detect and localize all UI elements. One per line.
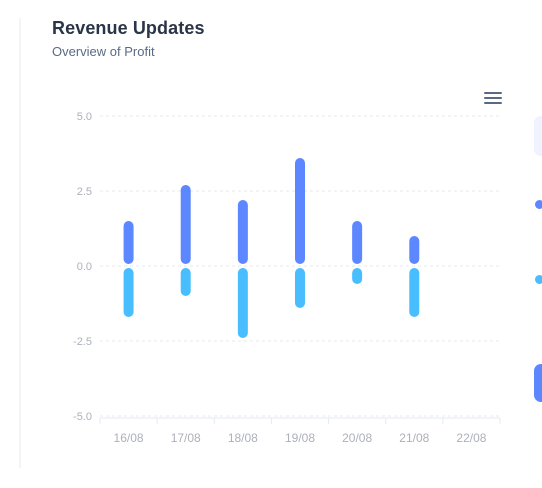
x-tick-label: 17/08 <box>171 431 201 445</box>
bar-series-b[interactable] <box>409 268 420 317</box>
bar-series-a[interactable] <box>237 200 248 264</box>
x-tick-label: 20/08 <box>342 431 372 445</box>
y-tick-label: 0.0 <box>77 261 92 273</box>
bar-series-a[interactable] <box>123 221 134 264</box>
y-tick-label: 5.0 <box>77 111 92 123</box>
y-tick-label: -5.0 <box>73 411 92 423</box>
bar-series-b[interactable] <box>295 268 305 308</box>
x-tick-label: 19/08 <box>285 431 315 445</box>
bars <box>123 158 420 338</box>
y-tick-label: 2.5 <box>77 186 92 198</box>
x-tick-label: 16/08 <box>114 431 144 445</box>
x-tick-label: 21/08 <box>399 431 429 445</box>
bar-series-b[interactable] <box>123 268 134 317</box>
y-axis-ticks: 5.0 2.5 0.0 -2.5 -5.0 <box>73 111 92 423</box>
bar-series-b[interactable] <box>237 268 248 338</box>
dropdown-selector[interactable] <box>534 116 542 156</box>
y-tick-label: -2.5 <box>73 336 92 348</box>
revenue-chart-svg: 5.0 2.5 0.0 -2.5 -5.0 16/08 17/08 18/08 19/08 20… <box>73 111 501 445</box>
bar-series-a[interactable] <box>352 221 363 264</box>
legend-dot-series-b <box>535 275 542 284</box>
revenue-chart: 5.0 2.5 0.0 -2.5 -5.0 16/08 17/08 18/08 19/08 20… <box>0 0 542 488</box>
legend-dot-series-a <box>535 200 542 209</box>
bar-series-b[interactable] <box>352 268 363 284</box>
bar-series-a[interactable] <box>295 158 305 264</box>
x-tick-label: 22/08 <box>456 431 486 445</box>
bar-series-b[interactable] <box>180 268 191 296</box>
bar-series-a[interactable] <box>409 236 420 264</box>
x-axis: 16/08 17/08 18/08 19/08 20/08 21/08 22/08 <box>99 417 501 445</box>
action-button[interactable] <box>534 364 542 402</box>
x-tick-label: 18/08 <box>228 431 258 445</box>
bar-series-a[interactable] <box>180 185 191 264</box>
